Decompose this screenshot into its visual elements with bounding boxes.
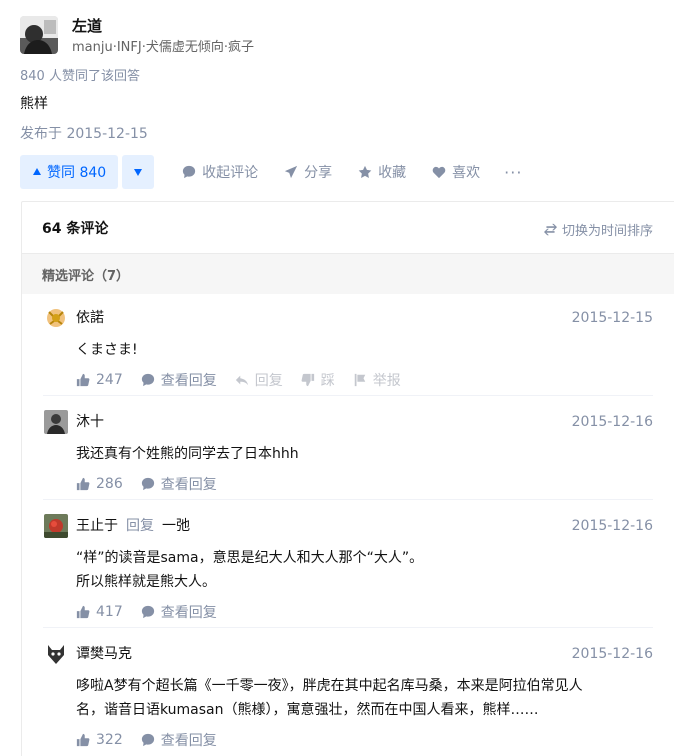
sort-label: 切换为时间排序	[561, 224, 653, 239]
comment-line: くまさま!	[76, 342, 138, 358]
comment-body: 哆啦A梦有个超长篇《一千零一夜》，胖虎在其中起名库马桑，本来是阿拉伯常见人 名，…	[76, 674, 636, 722]
triangle-down-icon	[134, 169, 143, 176]
upvote-label: 赞同 840	[47, 165, 107, 181]
like-count: 286	[96, 476, 123, 492]
comment-like-button[interactable]: 247	[76, 372, 123, 388]
comment-avatar[interactable]	[44, 514, 68, 538]
dislike-label: 踩	[320, 373, 335, 389]
comment-author[interactable]: 沐十	[76, 412, 104, 432]
comment-footer: 417 查看回复	[76, 602, 235, 622]
thumb-down-icon	[301, 373, 315, 387]
share-icon	[284, 165, 298, 179]
like-count: 322	[96, 732, 123, 748]
comment-icon	[141, 477, 155, 491]
report-button[interactable]: 举报	[353, 370, 401, 390]
comment-author[interactable]: 谭樊马克	[76, 644, 132, 664]
featured-comments-header: 精选评论（7）	[22, 254, 674, 294]
comment-author-line: 王止于 回复 一弛	[76, 516, 190, 536]
view-replies-label: 查看回复	[160, 733, 217, 749]
comment-body: 我还真有个姓熊的同学去了日本hhh	[76, 442, 636, 466]
like-count: 247	[96, 372, 123, 388]
thumb-up-icon	[76, 373, 90, 387]
thumb-up-icon	[76, 733, 90, 747]
view-replies-button[interactable]: 查看回复	[141, 474, 217, 494]
comment-footer: 286 查看回复	[76, 474, 235, 494]
comment-avatar[interactable]	[44, 306, 68, 330]
comment-item: 沐十 2015-12-16 我还真有个姓熊的同学去了日本hhh 286 查看回复	[43, 410, 653, 500]
comment-author[interactable]: 王止于	[76, 518, 118, 534]
collapse-comments-button[interactable]: 收起评论	[182, 162, 258, 182]
flag-icon	[353, 373, 367, 387]
answer-action-bar: 赞同 840 收起评论 分享 收藏 喜欢 ···	[20, 155, 522, 189]
reply-to-author[interactable]: 一弛	[162, 518, 190, 534]
comment-like-button[interactable]: 322	[76, 732, 123, 748]
comment-item: 谭樊马克 2015-12-16 哆啦A梦有个超长篇《一千零一夜》，胖虎在其中起名…	[43, 642, 653, 756]
thumb-up-icon	[76, 477, 90, 491]
comment-icon	[141, 733, 155, 747]
view-replies-button[interactable]: 查看回复	[141, 602, 217, 622]
report-label: 举报	[372, 373, 401, 389]
reply-indicator: 回复	[126, 518, 154, 534]
downvote-button[interactable]	[122, 155, 155, 189]
reply-icon	[235, 373, 249, 387]
comment-like-button[interactable]: 417	[76, 604, 123, 620]
comment-icon	[182, 165, 196, 179]
comment-avatar[interactable]	[44, 410, 68, 434]
view-replies-button[interactable]: 查看回复	[141, 370, 217, 390]
comment-date: 2015-12-15	[571, 310, 653, 326]
comment-line: “样”的读音是sama，意思是纪大人和大人那个“大人”。	[76, 550, 424, 566]
thumb-up-icon	[76, 605, 90, 619]
star-icon	[358, 165, 372, 179]
collect-button[interactable]: 收藏	[358, 162, 406, 182]
view-replies-label: 查看回复	[160, 477, 217, 493]
comment-icon	[141, 605, 155, 619]
reply-button[interactable]: 回复	[235, 370, 283, 390]
answer-content: 熊样	[20, 96, 48, 112]
comment-line: 哆啦A梦有个超长篇《一千零一夜》，胖虎在其中起名库马桑，本来是阿拉伯常见人	[76, 678, 583, 694]
comment-count: 64 条评论	[42, 220, 109, 237]
upvote-button[interactable]: 赞同 840	[20, 155, 119, 189]
like-button[interactable]: 喜欢	[432, 162, 480, 182]
view-replies-button[interactable]: 查看回复	[141, 730, 217, 750]
comment-icon	[141, 373, 155, 387]
sort-toggle[interactable]: 切换为时间排序	[544, 220, 653, 239]
heart-icon	[432, 165, 446, 179]
collapse-comments-label: 收起评论	[202, 165, 259, 181]
like-count: 417	[96, 604, 123, 620]
comment-line: 我还真有个姓熊的同学去了日本hhh	[76, 446, 299, 462]
collect-label: 收藏	[378, 165, 407, 181]
comment-footer: 322 查看回复	[76, 730, 235, 750]
dislike-button[interactable]: 踩	[301, 370, 335, 390]
author-bio: manju·INFJ·犬儒虚无倾向·疯子	[72, 40, 254, 55]
more-options-button[interactable]: ···	[504, 163, 522, 182]
comment-item: 依諾 2015-12-15 くまさま! 247 查看回复 回复 踩 举报	[43, 306, 653, 396]
author-name[interactable]: 左道	[72, 16, 254, 36]
comment-date: 2015-12-16	[571, 646, 653, 662]
comment-author[interactable]: 依諾	[76, 308, 104, 328]
share-button[interactable]: 分享	[284, 162, 332, 182]
comment-like-button[interactable]: 286	[76, 476, 123, 492]
comments-panel: 64 条评论 切换为时间排序 精选评论（7） 依諾 2015-12-15 くまさ…	[21, 201, 674, 756]
comment-line: 名，谐音日语kumasan（熊様），寓意强壮，然而在中国人看来，熊样……	[76, 702, 539, 718]
view-replies-label: 查看回复	[160, 605, 217, 621]
publish-time[interactable]: 发布于 2015-12-15	[20, 124, 148, 144]
comment-avatar[interactable]	[44, 642, 68, 666]
reply-label: 回复	[254, 373, 283, 389]
swap-icon	[544, 223, 557, 236]
comment-date: 2015-12-16	[571, 414, 653, 430]
vote-summary: 840 人赞同了该回答	[20, 69, 140, 84]
comment-item: 王止于 回复 一弛 2015-12-16 “样”的读音是sama，意思是纪大人和大人…	[43, 514, 653, 628]
view-replies-label: 查看回复	[160, 373, 217, 389]
comment-footer: 247 查看回复 回复 踩 举报	[76, 370, 419, 390]
like-label: 喜欢	[452, 165, 481, 181]
comment-line: 所以熊样就是熊大人。	[76, 574, 216, 590]
comment-body: くまさま!	[76, 338, 636, 362]
comment-date: 2015-12-16	[571, 518, 653, 534]
share-label: 分享	[304, 165, 333, 181]
answer-author: 左道 manju·INFJ·犬儒虚无倾向·疯子	[20, 16, 254, 56]
author-avatar[interactable]	[20, 16, 58, 54]
comment-body: “样”的读音是sama，意思是纪大人和大人那个“大人”。 所以熊样就是熊大人。	[76, 546, 636, 594]
triangle-up-icon	[33, 168, 41, 175]
